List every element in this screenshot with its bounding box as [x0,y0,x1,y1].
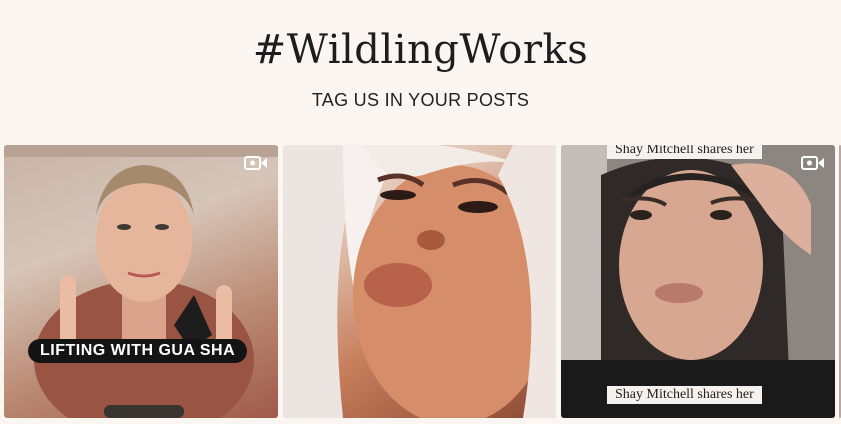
post-caption-bottom: Shay Mitchell shares her [607,386,762,404]
video-camera-icon [801,156,824,170]
feed-post-1[interactable]: LIFTING WITH GUA SHA [4,145,278,418]
feed-post-3[interactable]: Shay Mitchell shares her Shay Mitchell s… [561,145,835,418]
page-subtitle: TAG US IN YOUR POSTS [311,90,530,110]
post-image [561,145,835,418]
page-title: #WildlingWorks [252,27,589,73]
post-caption: LIFTING WITH GUA SHA [28,339,248,363]
post-image [4,145,278,418]
post-image [283,145,556,418]
video-camera-icon [244,156,267,170]
post-caption-top: Shay Mitchell shares her [607,145,762,159]
instagram-feed-grid: LIFTING WITH GUA SHA Shay Mitchell share… [0,145,841,418]
feed-post-2[interactable] [283,145,556,418]
